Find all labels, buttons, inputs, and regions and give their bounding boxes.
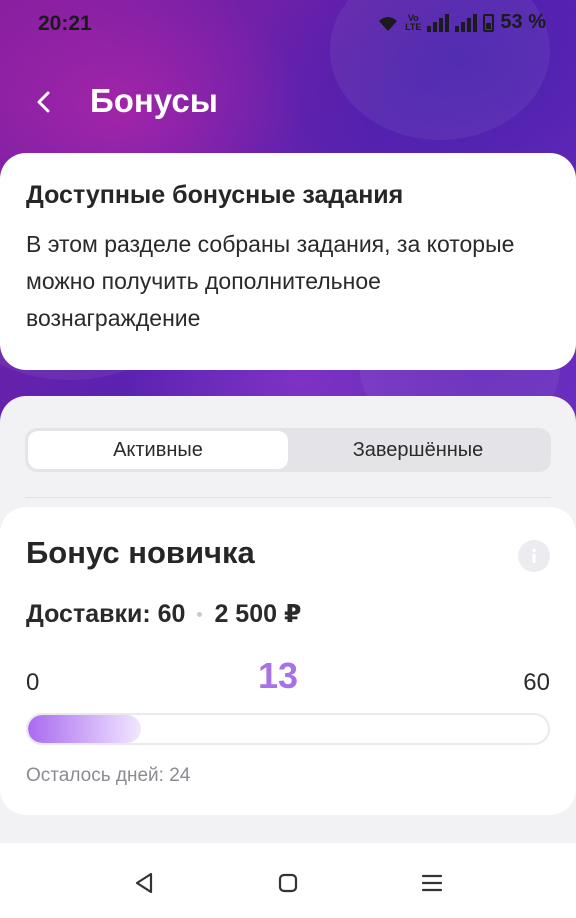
- nav-home-button[interactable]: [268, 863, 308, 903]
- dot-separator: [197, 611, 203, 617]
- signal-icon-2: [455, 13, 478, 32]
- progress-min: 0: [26, 669, 40, 696]
- nav-back-button[interactable]: [124, 863, 164, 903]
- info-card: Доступные бонусные задания В этом раздел…: [0, 153, 576, 370]
- bonus-meta: Доставки: 60 2 500 ₽: [26, 599, 301, 629]
- tasks-panel: Активные Завершённые Бонус новичка Доста…: [0, 396, 576, 846]
- signal-icon: [427, 13, 450, 32]
- info-icon[interactable]: [518, 540, 550, 572]
- progress-max: 60: [523, 669, 550, 696]
- system-nav-bar: [0, 843, 576, 918]
- volte-icon: Vo LTE: [405, 12, 422, 32]
- status-icons: Vo LTE 53 %: [377, 11, 546, 34]
- page-title: Бонусы: [90, 82, 218, 119]
- bonus-title: Бонус новичка: [26, 535, 255, 570]
- menu-lines-icon: [421, 874, 443, 892]
- bonus-card[interactable]: Бонус новичка Доставки: 60 2 500 ₽ 0 13 …: [0, 507, 576, 815]
- wifi-icon: [377, 14, 399, 32]
- tasks-segmented-control: Активные Завершённые: [25, 428, 551, 472]
- tab-completed[interactable]: Завершённые: [288, 431, 548, 469]
- progress-track: [26, 713, 550, 745]
- chevron-left-icon: [37, 91, 50, 113]
- info-card-title: Доступные бонусные задания: [26, 181, 404, 209]
- back-button[interactable]: [24, 82, 64, 122]
- home-square-icon: [278, 873, 298, 893]
- app-header: Бонусы: [0, 70, 576, 134]
- back-triangle-icon: [135, 872, 153, 894]
- battery-percent: 53 %: [500, 11, 546, 33]
- nav-menu-button[interactable]: [412, 863, 452, 903]
- battery-icon: [483, 13, 495, 32]
- progress-current: 13: [258, 655, 299, 696]
- divider: [25, 497, 551, 498]
- progress-fill: [28, 715, 141, 743]
- status-time: 20:21: [38, 12, 92, 35]
- tab-active[interactable]: Активные: [28, 431, 288, 469]
- days-left: Осталось дней: 24: [26, 765, 191, 786]
- reward-amount: 2 500 ₽: [214, 600, 302, 628]
- info-card-description: В этом разделе собраны задания, за котор…: [26, 231, 515, 331]
- deliveries-label: Доставки: 60: [26, 599, 186, 628]
- status-bar: 20:21 Vo LTE 53 %: [0, 0, 576, 50]
